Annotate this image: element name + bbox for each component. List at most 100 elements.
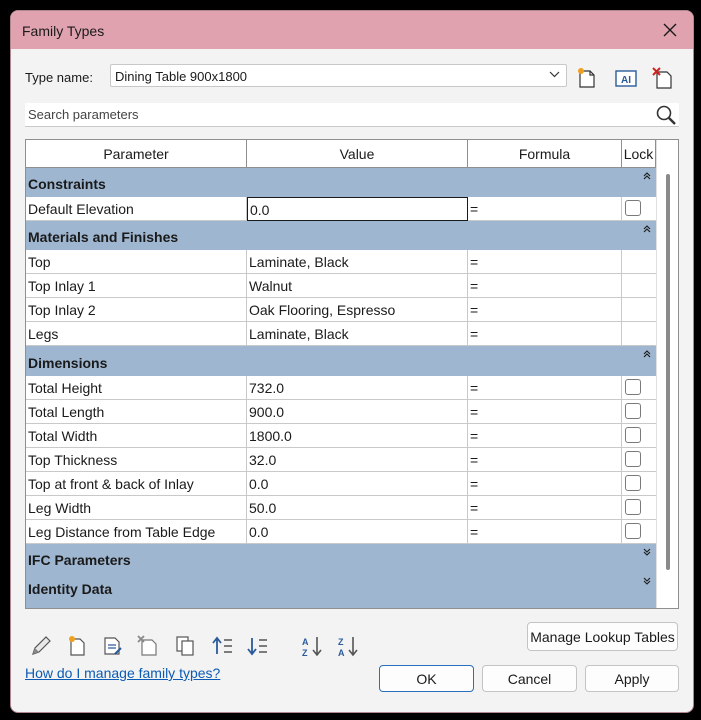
move-down-button[interactable] [246,634,270,658]
manage-lookup-tables-button[interactable]: Manage Lookup Tables [527,622,678,651]
group-header-constraints[interactable]: Constraints [26,168,656,197]
table-row: Leg Width 50.0 = [26,496,656,520]
svg-text:Z: Z [302,648,308,658]
formula-cell[interactable]: = [468,496,622,520]
parameter-name: Top at front & back of Inlay [26,472,247,496]
svg-text:A: A [302,637,309,647]
value-cell[interactable]: 732.0 [247,376,468,400]
lock-cell [622,400,656,424]
value-cell[interactable]: 50.0 [247,496,468,520]
lock-checkbox[interactable] [625,427,641,443]
value-cell[interactable]: 0.0 [247,472,468,496]
search-bar [25,103,679,127]
expand-icon[interactable] [642,576,652,586]
formula-cell[interactable]: = [468,197,622,221]
family-types-dialog: Family Types Type name: Dining Table 900… [10,10,694,713]
parameters-grid: Parameter Value Formula Lock Constraints… [25,139,679,609]
group-label: IFC Parameters [28,552,131,568]
lock-checkbox[interactable] [625,499,641,515]
value-cell[interactable]: Laminate, Black [247,322,468,346]
collapse-icon[interactable] [642,349,652,359]
lock-checkbox[interactable] [625,451,641,467]
sort-descending-button[interactable]: ZA [336,634,360,658]
title-bar[interactable]: Family Types [11,11,693,49]
column-header-formula[interactable]: Formula [468,140,622,168]
value-cell[interactable]: 0.0 [247,520,468,544]
column-header-parameter[interactable]: Parameter [26,140,247,168]
table-row: Top Inlay 2 Oak Flooring, Espresso = [26,298,656,322]
rename-type-button[interactable]: AI [613,65,639,91]
table-row: Top at front & back of Inlay 0.0 = [26,472,656,496]
value-cell[interactable]: Walnut [247,274,468,298]
formula-cell[interactable]: = [468,322,622,346]
help-link[interactable]: How do I manage family types? [25,665,220,681]
copy-parameter-button[interactable] [173,634,197,658]
search-input[interactable] [25,103,645,125]
parameter-name: Top Inlay 1 [26,274,247,298]
column-header-lock[interactable]: Lock [622,140,656,168]
ok-button[interactable]: OK [379,665,474,692]
formula-cell[interactable]: = [468,298,622,322]
move-up-button[interactable] [211,634,235,658]
table-row: Leg Distance from Table Edge 0.0 = [26,520,656,544]
table-row: Total Length 900.0 = [26,400,656,424]
delete-type-button[interactable] [650,65,676,91]
type-name-value: Dining Table 900x1800 [115,69,248,84]
parameter-name: Legs [26,322,247,346]
parameter-name: Default Elevation [26,197,247,221]
group-header-identity-data[interactable]: Identity Data [26,573,656,608]
value-input[interactable]: 0.0 [247,197,468,221]
group-header-ifc-parameters[interactable]: IFC Parameters [26,544,656,573]
lock-checkbox[interactable] [625,475,641,491]
lock-checkbox[interactable] [625,403,641,419]
group-header-dimensions[interactable]: Dimensions [26,346,656,376]
lock-checkbox[interactable] [625,379,641,395]
formula-cell[interactable]: = [468,448,622,472]
chevron-down-icon [549,71,560,78]
table-row: Default Elevation 0.0 = [26,197,656,221]
vertical-scrollbar[interactable] [656,140,678,608]
value-cell[interactable]: 1800.0 [247,424,468,448]
lock-cell [622,322,656,346]
new-parameter-button[interactable] [65,634,89,658]
value-cell[interactable]: Laminate, Black [247,250,468,274]
new-parameter-icon [69,636,85,656]
cancel-button[interactable]: Cancel [482,665,577,692]
close-button[interactable] [647,11,693,49]
group-label: Constraints [28,176,106,192]
formula-cell[interactable]: = [468,250,622,274]
formula-cell[interactable]: = [468,376,622,400]
formula-cell[interactable]: = [468,472,622,496]
lock-cell [622,376,656,400]
formula-cell[interactable]: = [468,520,622,544]
new-type-button[interactable] [574,65,600,91]
group-header-materials-and-finishes[interactable]: Materials and Finishes [26,221,656,250]
group-label: Materials and Finishes [28,229,179,245]
parameter-name: Leg Distance from Table Edge [26,520,247,544]
lock-checkbox[interactable] [625,523,641,539]
collapse-icon[interactable] [642,224,652,234]
table-row: Top Inlay 1 Walnut = [26,274,656,298]
expand-icon[interactable] [642,547,652,557]
scrollbar-thumb[interactable] [666,174,670,570]
collapse-icon[interactable] [642,171,652,181]
formula-cell[interactable]: = [468,424,622,448]
lock-checkbox[interactable] [625,200,641,216]
delete-parameter-button[interactable] [136,634,160,658]
value-cell[interactable]: 900.0 [247,400,468,424]
sort-ascending-button[interactable]: AZ [300,634,324,658]
apply-button[interactable]: Apply [585,665,679,692]
formula-cell[interactable]: = [468,400,622,424]
search-icon[interactable] [655,104,677,126]
lock-cell [622,520,656,544]
move-down-icon [247,638,267,656]
value-cell[interactable]: Oak Flooring, Espresso [247,298,468,322]
value-cell[interactable]: 32.0 [247,448,468,472]
type-name-dropdown[interactable]: Dining Table 900x1800 [110,64,567,87]
edit-parameter-button[interactable] [29,634,53,658]
column-header-value[interactable]: Value [247,140,468,168]
lock-cell [622,250,656,274]
formula-cell[interactable]: = [468,274,622,298]
edit-parameter-properties-button[interactable] [101,634,125,658]
close-icon [663,23,677,37]
